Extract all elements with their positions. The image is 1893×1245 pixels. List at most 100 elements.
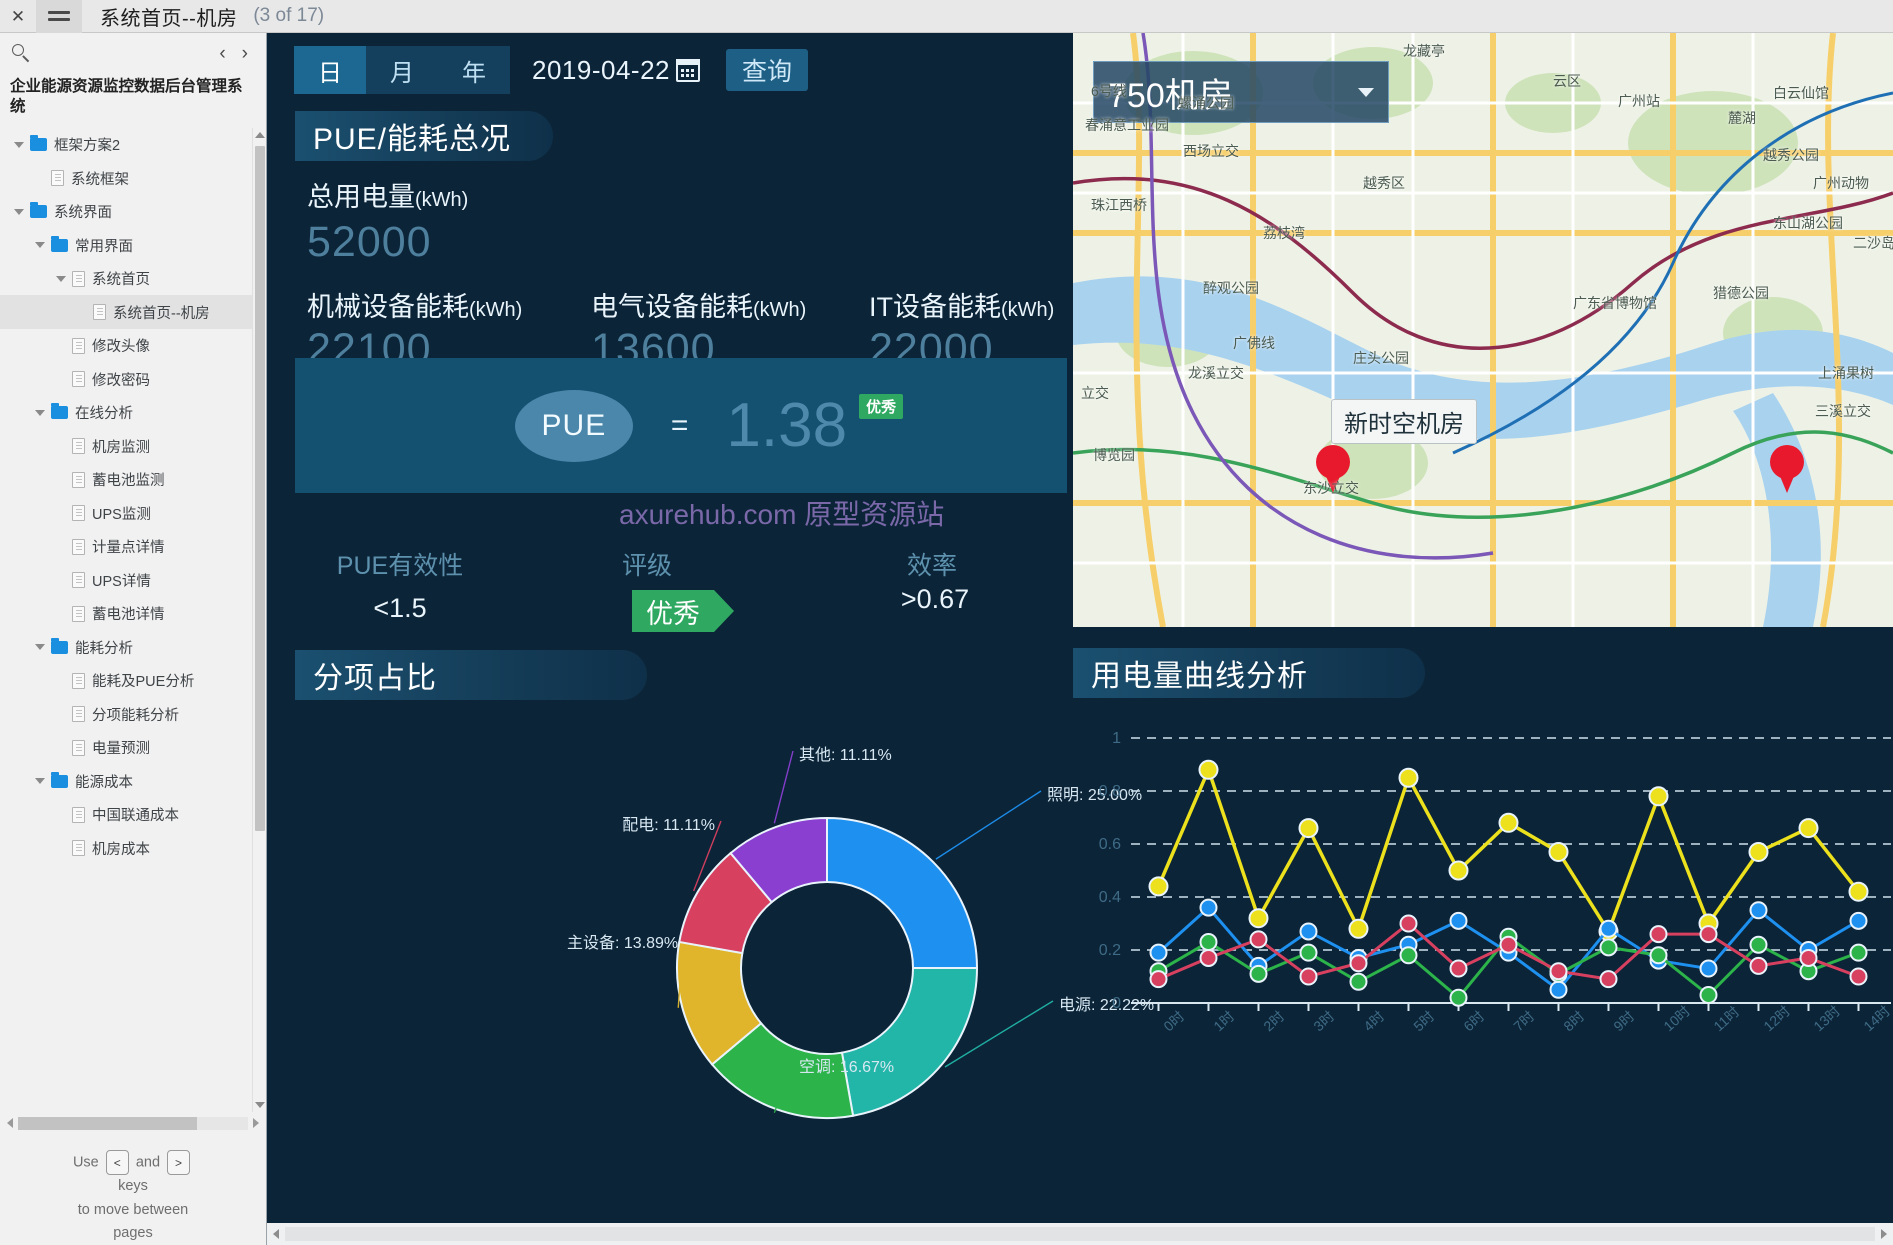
data-point[interactable]	[1148, 876, 1169, 897]
pie-slice[interactable]	[826, 816, 979, 969]
stage-scroll-left-icon[interactable]	[267, 1229, 285, 1239]
tree-item[interactable]: 中国联通成本	[0, 798, 252, 832]
data-point[interactable]	[1249, 964, 1268, 983]
caret-down-icon[interactable]	[8, 208, 30, 215]
tree-item[interactable]: 修改头像	[0, 329, 252, 363]
tree-item[interactable]: UPS详情	[0, 563, 252, 597]
tree-item[interactable]: 蓄电池详情	[0, 597, 252, 631]
scroll-left-icon[interactable]	[2, 1118, 18, 1129]
tree-item[interactable]: 分项能耗分析	[0, 697, 252, 731]
data-point[interactable]	[1349, 954, 1368, 973]
tree-item[interactable]: 系统首页	[0, 262, 252, 296]
prev-page-button[interactable]: ‹	[219, 44, 225, 63]
data-point[interactable]	[1498, 812, 1519, 833]
data-point[interactable]	[1249, 930, 1268, 949]
data-point[interactable]	[1398, 767, 1419, 788]
data-point[interactable]	[1699, 986, 1718, 1005]
tree-item[interactable]: 电量预测	[0, 731, 252, 765]
caret-down-icon[interactable]	[29, 644, 51, 651]
data-point[interactable]	[1699, 959, 1718, 978]
stage-horizontal-scrollbar[interactable]	[267, 1223, 1893, 1245]
data-point[interactable]	[1199, 948, 1218, 967]
data-point[interactable]	[1299, 922, 1318, 941]
scroll-down-icon[interactable]	[253, 1097, 266, 1112]
data-point[interactable]	[1599, 919, 1618, 938]
data-point[interactable]	[1199, 933, 1218, 952]
stage-scroll-right-icon[interactable]	[1875, 1229, 1893, 1239]
data-point[interactable]	[1649, 946, 1668, 965]
data-point[interactable]	[1198, 759, 1219, 780]
data-point[interactable]	[1798, 818, 1819, 839]
caret-down-icon[interactable]	[29, 409, 51, 416]
data-point[interactable]	[1849, 967, 1868, 986]
date-range-segmented[interactable]: 日月年	[294, 46, 510, 94]
tree-item[interactable]: 能耗及PUE分析	[0, 664, 252, 698]
query-button[interactable]: 查询	[726, 49, 809, 91]
close-icon[interactable]: ✕	[0, 0, 36, 33]
data-point[interactable]	[1298, 818, 1319, 839]
data-point[interactable]	[1749, 901, 1768, 920]
data-point[interactable]	[1648, 786, 1669, 807]
tree-item[interactable]: 机房监测	[0, 429, 252, 463]
room-selector[interactable]: 750机房	[1093, 61, 1389, 123]
chevron-down-icon[interactable]	[1358, 87, 1374, 97]
data-point[interactable]	[1548, 841, 1569, 862]
hamburger-icon[interactable]	[36, 0, 82, 33]
tree-item[interactable]: 系统框架	[0, 161, 252, 195]
sidebar-horizontal-scrollbar[interactable]	[0, 1112, 266, 1135]
next-page-button[interactable]: ›	[242, 44, 248, 63]
data-point[interactable]	[1749, 956, 1768, 975]
data-point[interactable]	[1549, 980, 1568, 999]
search-icon[interactable]	[10, 42, 32, 64]
tree-item[interactable]: 框架方案2	[0, 128, 252, 162]
scroll-right-icon[interactable]	[248, 1118, 264, 1129]
tree-item[interactable]: 系统界面	[0, 195, 252, 229]
tree-item[interactable]: UPS监测	[0, 496, 252, 530]
map-pin-icon[interactable]	[1770, 445, 1804, 493]
data-point[interactable]	[1499, 935, 1518, 954]
data-point[interactable]	[1149, 943, 1168, 962]
tree-item[interactable]: 能耗分析	[0, 630, 252, 664]
page-tree[interactable]: 框架方案2 系统框架 系统界面 常用界面 系统首页 系统首页--机房 修改头像 修改密码 在线分…	[0, 127, 266, 1113]
data-point[interactable]	[1649, 925, 1668, 944]
sidebar-vertical-scrollbar[interactable]	[252, 127, 266, 1113]
data-point[interactable]	[1599, 938, 1618, 957]
data-point[interactable]	[1399, 946, 1418, 965]
caret-down-icon[interactable]	[29, 242, 51, 249]
caret-down-icon[interactable]	[29, 778, 51, 785]
data-point[interactable]	[1799, 948, 1818, 967]
tree-item[interactable]: 系统首页--机房	[0, 295, 252, 329]
data-point[interactable]	[1449, 988, 1468, 1007]
data-point[interactable]	[1549, 962, 1568, 981]
tree-item[interactable]: 机房成本	[0, 831, 252, 865]
data-point[interactable]	[1348, 918, 1369, 939]
pie-slice[interactable]	[840, 967, 979, 1117]
data-point[interactable]	[1248, 908, 1269, 929]
data-point[interactable]	[1849, 911, 1868, 930]
data-point[interactable]	[1448, 860, 1469, 881]
data-point[interactable]	[1399, 914, 1418, 933]
scroll-thumb[interactable]	[255, 145, 265, 831]
caret-down-icon[interactable]	[8, 141, 30, 148]
data-point[interactable]	[1748, 841, 1769, 862]
data-point[interactable]	[1349, 972, 1368, 991]
date-range-option-2[interactable]: 年	[438, 46, 510, 94]
data-point[interactable]	[1299, 967, 1318, 986]
tree-item[interactable]: 在线分析	[0, 396, 252, 430]
hscroll-thumb[interactable]	[18, 1116, 198, 1130]
scroll-up-icon[interactable]	[253, 128, 266, 143]
data-point[interactable]	[1849, 943, 1868, 962]
data-point[interactable]	[1299, 943, 1318, 962]
data-point[interactable]	[1599, 970, 1618, 989]
data-point[interactable]	[1149, 970, 1168, 989]
date-range-option-1[interactable]: 月	[366, 46, 438, 94]
tree-item[interactable]: 蓄电池监测	[0, 463, 252, 497]
map-panel[interactable]: 750机房 新时空机房 龙藏亭 云区 白云仙馆 麓湖 广州站 越秀公园 广州动物 螺涌公园 春涌…	[1073, 33, 1893, 627]
date-input[interactable]: 2019-04-22	[520, 46, 712, 94]
tree-item[interactable]: 修改密码	[0, 362, 252, 396]
data-point[interactable]	[1449, 911, 1468, 930]
data-point[interactable]	[1848, 881, 1869, 902]
data-point[interactable]	[1699, 925, 1718, 944]
stage-hscroll-track[interactable]	[285, 1227, 1875, 1241]
tree-item[interactable]: 计量点详情	[0, 530, 252, 564]
